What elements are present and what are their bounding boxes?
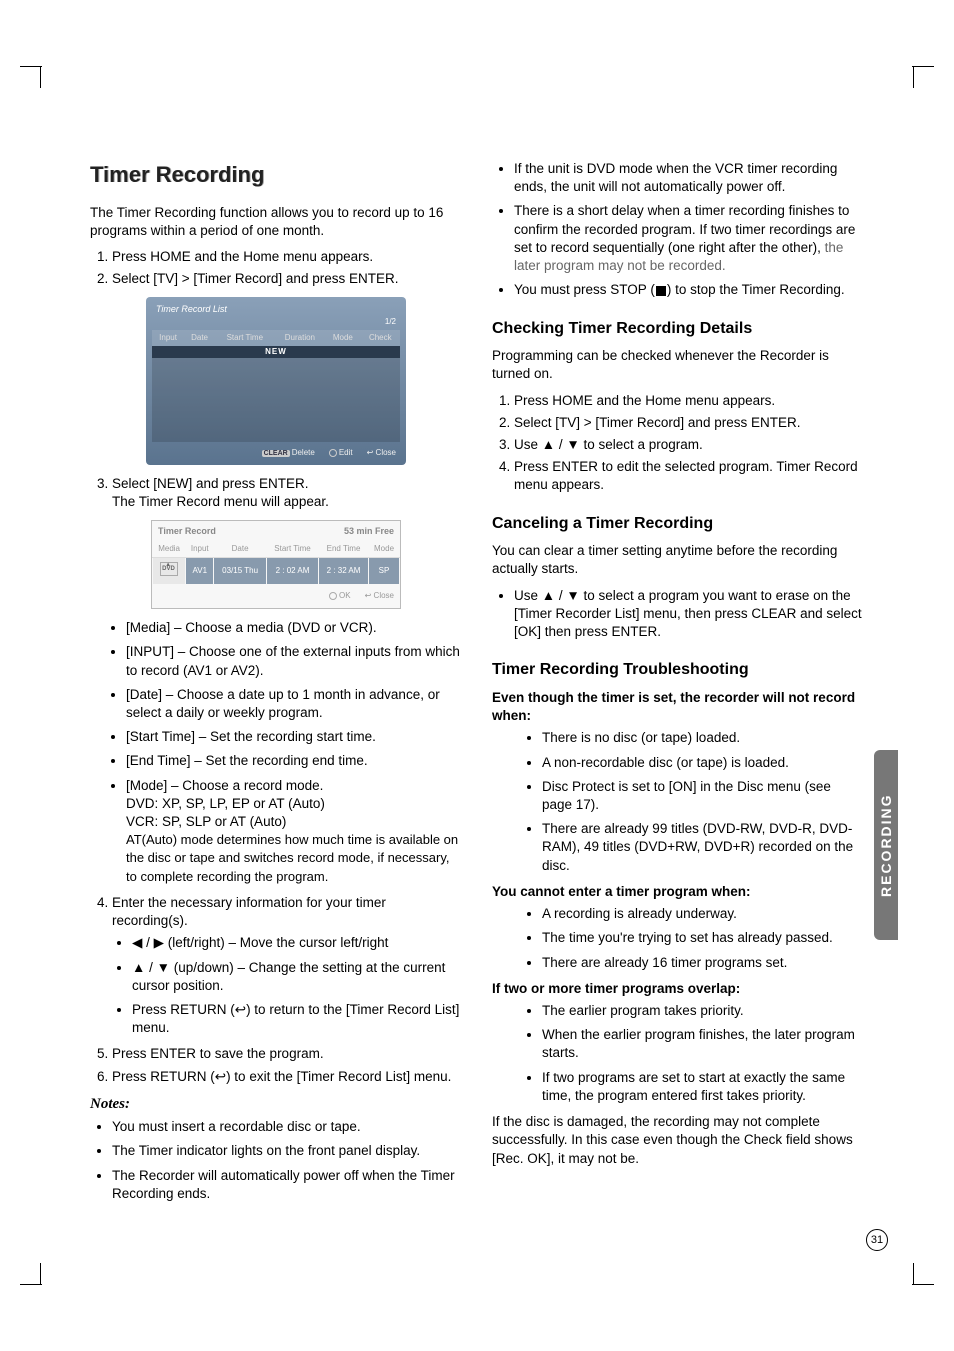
step-2: Select [TV] > [Timer Record] and press E… — [112, 270, 462, 288]
nav-lr: ◀ / ▶ (left/right) – Move the cursor lef… — [132, 934, 462, 952]
shot1-col-check: Check — [361, 330, 400, 347]
trouble-h3: If two or more timer programs overlap: — [492, 980, 864, 998]
t2-3: There are already 16 timer programs set. — [542, 954, 864, 972]
stop-icon — [656, 286, 666, 296]
shot2-col-mode: Mode — [369, 541, 400, 558]
step-1: Press HOME and the Home menu appears. — [112, 248, 462, 266]
end-text: If the disc is damaged, the recording ma… — [492, 1113, 864, 1168]
t1-2: A non-recordable disc (or tape) is loade… — [542, 754, 864, 772]
shot2-ok: OK — [329, 591, 351, 602]
shot1-new-row: NEW — [152, 346, 400, 358]
def-end: [End Time] – Set the recording end time. — [126, 752, 462, 770]
shot2-col-start: Start Time — [266, 541, 318, 558]
h-check: Checking Timer Recording Details — [492, 318, 864, 340]
t1-1: There is no disc (or tape) loaded. — [542, 729, 864, 747]
trouble-h1: Even though the timer is set, the record… — [492, 689, 864, 725]
check-intro: Programming can be checked whenever the … — [492, 347, 864, 383]
t1-3: Disc Protect is set to [ON] in the Disc … — [542, 778, 864, 814]
shot1-page: 1/2 — [385, 317, 396, 328]
shot2-col-end: End Time — [319, 541, 369, 558]
note-3: The Recorder will automatically power of… — [112, 1167, 462, 1203]
def-input: [INPUT] – Choose one of the external inp… — [126, 643, 462, 679]
timer-record-list-shot: Timer Record List 1/2 Input Date Start T… — [146, 297, 406, 466]
topnote-a: If the unit is DVD mode when the VCR tim… — [514, 160, 864, 196]
cancel-bul: Use ▲ / ▼ to select a program you want t… — [514, 587, 864, 642]
cancel-intro: You can clear a timer setting anytime be… — [492, 542, 864, 578]
shot2-close: ↩ Close — [365, 591, 394, 602]
shot1-col-date: Date — [184, 330, 215, 347]
step-4: Enter the necessary information for your… — [112, 894, 462, 1038]
t3-1: The earlier program takes priority. — [542, 1002, 864, 1020]
t2-1: A recording is already underway. — [542, 905, 864, 923]
check-4: Press ENTER to edit the selected program… — [514, 458, 864, 494]
shot1-col-duration: Duration — [275, 330, 326, 347]
step-3: Select [NEW] and press ENTER. The Timer … — [112, 475, 462, 511]
timer-record-shot: Timer Record 53 min Free Media Input Dat… — [151, 520, 401, 610]
check-3: Use ▲ / ▼ to select a program. — [514, 436, 864, 454]
def-start: [Start Time] – Set the recording start t… — [126, 728, 462, 746]
shot1-col-input: Input — [152, 330, 184, 347]
t2-2: The time you're trying to set has alread… — [542, 929, 864, 947]
shot1-col-start: Start Time — [215, 330, 275, 347]
intro-text: The Timer Recording function allows you … — [90, 204, 462, 240]
shot2-end: 2 : 32 AM — [319, 558, 369, 585]
shot2-start: 2 : 02 AM — [266, 558, 318, 585]
shot1-delete: CLEARDelete — [262, 448, 315, 459]
check-2: Select [TV] > [Timer Record] and press E… — [514, 414, 864, 432]
shot2-media-icon — [153, 558, 186, 585]
t1-4: There are already 99 titles (DVD-RW, DVD… — [542, 820, 864, 875]
topnote-c: You must press STOP () to stop the Timer… — [514, 281, 864, 299]
step-6: Press RETURN (↩) to exit the [Timer Reco… — [112, 1068, 462, 1086]
step-5: Press ENTER to save the program. — [112, 1045, 462, 1063]
topnote-b: There is a short delay when a timer reco… — [514, 202, 864, 275]
shot1-close: ↩ Close — [367, 448, 396, 459]
shot2-col-input: Input — [186, 541, 214, 558]
note-2: The Timer indicator lights on the front … — [112, 1142, 462, 1160]
shot2-col-date: Date — [214, 541, 267, 558]
notes-heading: Notes: — [90, 1094, 462, 1114]
shot2-col-media: Media — [153, 541, 186, 558]
check-1: Press HOME and the Home menu appears. — [514, 392, 864, 410]
h-trouble: Timer Recording Troubleshooting — [492, 659, 864, 681]
def-media: [Media] – Choose a media (DVD or VCR). — [126, 619, 462, 637]
def-date: [Date] – Choose a date up to 1 month in … — [126, 686, 462, 722]
shot1-title: Timer Record List — [152, 301, 400, 317]
t3-3: If two programs are set to start at exac… — [542, 1069, 864, 1105]
note-1: You must insert a recordable disc or tap… — [112, 1118, 462, 1136]
nav-ud: ▲ / ▼ (up/down) – Change the setting at … — [132, 959, 462, 995]
shot2-mode: SP — [369, 558, 400, 585]
side-tab-recording: RECORDING — [874, 750, 898, 940]
shot2-title: Timer Record — [158, 525, 216, 537]
shot1-col-mode: Mode — [325, 330, 360, 347]
shot2-av1: AV1 — [186, 558, 214, 585]
h-cancel: Canceling a Timer Recording — [492, 513, 864, 535]
shot1-edit: Edit — [329, 448, 353, 459]
page-number: 31 — [866, 1229, 888, 1251]
trouble-h2: You cannot enter a timer program when: — [492, 883, 864, 901]
t3-2: When the earlier program finishes, the l… — [542, 1026, 864, 1062]
left-column: Timer Recording The Timer Recording func… — [90, 160, 462, 1211]
right-column: If the unit is DVD mode when the VCR tim… — [492, 160, 864, 1211]
shot2-free: 53 min Free — [344, 525, 394, 537]
nav-return: Press RETURN (↩) to return to the [Timer… — [132, 1001, 462, 1037]
def-mode: [Mode] – Choose a record mode. DVD: XP, … — [126, 777, 462, 886]
shot2-date: 03/15 Thu — [214, 558, 267, 585]
page-title: Timer Recording — [90, 160, 462, 190]
